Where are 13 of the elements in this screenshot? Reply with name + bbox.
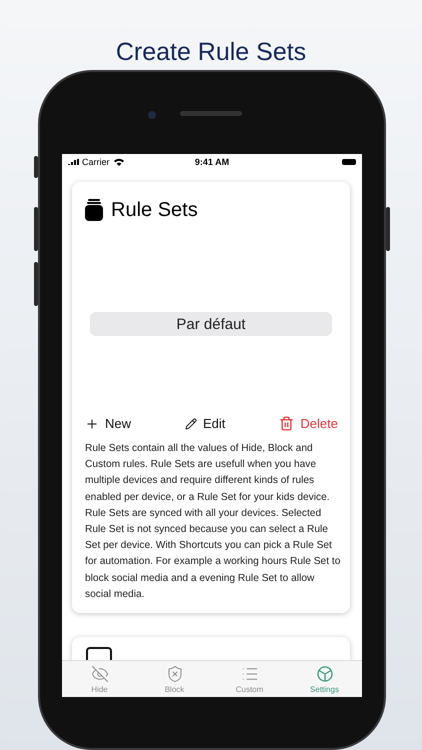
status-time: 9:41 AM xyxy=(194,157,230,167)
tab[interactable]: Custom xyxy=(212,661,287,697)
headline: Create Rule Sets xyxy=(114,38,308,68)
edit-button[interactable]: Edit xyxy=(185,416,226,431)
tab[interactable]: Block xyxy=(137,661,212,697)
rule-set-picker[interactable]: Par défaut xyxy=(90,312,332,336)
new-button[interactable]: New xyxy=(85,416,132,431)
card-title: Rule Sets xyxy=(111,198,198,222)
description: Rule Sets contain all the values of Hide, Block and Custom rules. Rule Sets are usefull when you have multiple devices and require different kinds of rules enabled per device, or a Rule Set for your kids device. Rule Sets are synced with all your devices. Selected Rule Set is not synced because you can select a Rule Set per device. With Shortcuts you can pick a Rule Set for automation. For example a working hours Rule Set to block social media and a evening Rule Set to allow social media. xyxy=(85,442,342,602)
tab[interactable]: Hide xyxy=(62,661,137,697)
carrier-name: Carrier xyxy=(82,157,110,167)
delete-button[interactable]: Delete xyxy=(279,416,338,431)
tab[interactable]: Settings xyxy=(287,661,362,697)
